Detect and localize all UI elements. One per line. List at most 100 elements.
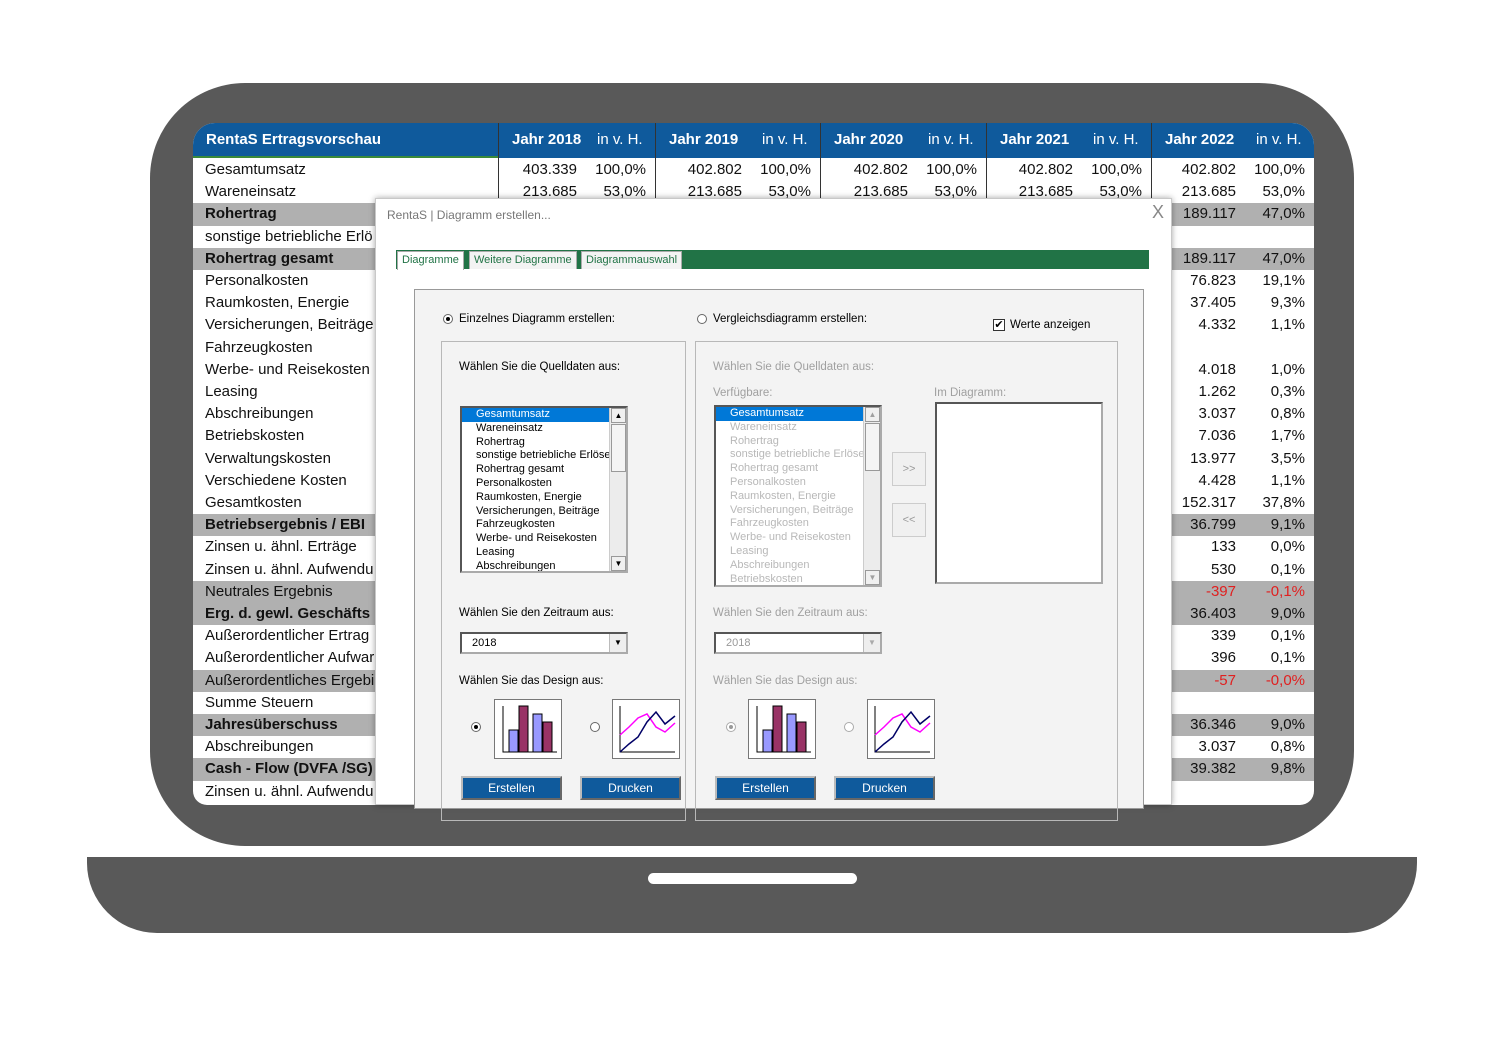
tab-weitere-diagramme[interactable]: Weitere Diagramme [469, 251, 577, 269]
list-item[interactable]: Versicherungen, Beiträge [716, 504, 880, 518]
list-item[interactable]: Personalkosten [716, 476, 880, 490]
tab-diagramme[interactable]: Diagramme [397, 251, 464, 270]
percent-cell: 0,8% [1270, 405, 1305, 423]
list-item[interactable]: Abschreibungen [716, 559, 880, 573]
in-chart-label: Im Diagramm: [934, 387, 1007, 399]
list-item[interactable]: Personalkosten [462, 477, 626, 491]
chevron-down-icon[interactable]: ▼ [863, 634, 880, 652]
column-divider [498, 123, 499, 199]
percent-header: in v. H. [762, 131, 808, 148]
list-item[interactable]: Fahrzeugkosten [462, 518, 626, 532]
percent-cell: 1,0% [1270, 360, 1305, 378]
percent-cell: 1,1% [1270, 316, 1305, 334]
diagramm-dialog: RentaS | Diagramm erstellen... X Diagram… [375, 198, 1172, 821]
line-chart-icon[interactable] [867, 699, 935, 759]
list-item[interactable]: Leasing [462, 546, 626, 560]
close-icon[interactable]: X [1152, 202, 1164, 223]
value-cell: 402.802 [687, 161, 742, 178]
source-listbox[interactable]: Gesamtumsatz Wareneinsatz Rohertrag sonstig… [460, 406, 628, 573]
column-divider [820, 123, 821, 199]
listbox-scrollbar[interactable]: ▲ ▼ [609, 408, 626, 571]
row-label: Gesamtumsatz [205, 161, 306, 178]
percent-cell: 0,1% [1270, 560, 1305, 578]
percent-cell: 0,8% [1270, 738, 1305, 756]
percent-cell: 19,1% [1262, 272, 1305, 289]
percent-cell: 9,1% [1270, 516, 1305, 534]
compare-line-design-radio[interactable] [844, 722, 854, 732]
period-select[interactable]: 2018 ▼ [460, 632, 628, 654]
single-chart-group: Wählen Sie die Quelldaten aus: Gesamtums… [441, 341, 686, 821]
percent-header: in v. H. [928, 131, 974, 148]
single-chart-radio[interactable] [443, 314, 453, 324]
list-item[interactable]: Werbe- und Reisekosten [462, 532, 626, 546]
list-item[interactable]: Raumkosten, Energie [462, 491, 626, 505]
period-value: 2018 [472, 637, 497, 649]
available-label: Verfügbare: [713, 387, 773, 399]
list-item[interactable]: Wareneinsatz [716, 421, 880, 435]
diagramme-panel: Einzelnes Diagramm erstellen: Vergleichs… [414, 289, 1144, 821]
percent-cell: 47,0% [1262, 249, 1305, 267]
print-button[interactable]: Drucken [580, 776, 681, 800]
show-values-label: Werte anzeigen [1010, 319, 1091, 331]
list-item[interactable]: sonstige betriebliche Erlöse [716, 448, 880, 462]
list-item[interactable]: Rohertrag [462, 436, 626, 450]
laptop-base [87, 857, 1417, 933]
line-chart-icon[interactable] [612, 699, 680, 759]
list-item[interactable]: sonstige betriebliche Erlöse [462, 449, 626, 463]
percent-cell: 100,0% [760, 161, 811, 178]
remove-series-button[interactable]: << [892, 503, 926, 537]
list-item[interactable]: Betriebskosten [716, 573, 880, 585]
value-cell: 402.802 [1181, 161, 1236, 178]
listbox-scrollbar[interactable]: ▲ ▼ [863, 407, 880, 585]
list-item[interactable]: Werbe- und Reisekosten [716, 531, 880, 545]
in-chart-listbox[interactable] [935, 402, 1103, 584]
laptop-trackpad-slot [648, 873, 857, 884]
percent-cell: 1,1% [1270, 471, 1305, 489]
create-button[interactable]: Erstellen [461, 776, 562, 800]
compare-create-button[interactable]: Erstellen [715, 776, 816, 800]
line-design-radio[interactable] [590, 722, 600, 732]
compare-period-value: 2018 [726, 637, 751, 649]
percent-cell: 9,0% [1270, 716, 1305, 733]
list-item[interactable]: Abschreibungen [462, 560, 626, 571]
percent-cell: 100,0% [926, 161, 977, 178]
list-item[interactable]: Rohertrag gesamt [716, 462, 880, 476]
dialog-title: RentaS | Diagramm erstellen... [387, 208, 551, 222]
value-cell: 402.802 [853, 161, 908, 178]
show-values-checkbox[interactable]: ✔ [993, 319, 1005, 331]
compare-bar-design-radio[interactable] [726, 722, 736, 732]
available-listbox[interactable]: Gesamtumsatz Wareneinsatz Rohertrag sonstig… [714, 405, 882, 587]
tab-bar: Diagramme Weitere Diagramme Diagrammausw… [396, 250, 1149, 270]
compare-period-select[interactable]: 2018 ▼ [714, 632, 882, 654]
percent-cell: 100,0% [595, 161, 646, 178]
compare-chart-label: Vergleichsdiagramm erstellen: [713, 313, 868, 325]
percent-header: in v. H. [1093, 131, 1139, 148]
percent-cell: 9,0% [1270, 605, 1305, 622]
list-item[interactable]: Leasing [716, 545, 880, 559]
list-item[interactable]: Versicherungen, Beiträge [462, 505, 626, 519]
chevron-down-icon[interactable]: ▼ [609, 634, 626, 652]
percent-cell: 47,0% [1262, 205, 1305, 223]
list-item[interactable]: Gesamtumsatz [462, 408, 626, 422]
list-item[interactable]: Wareneinsatz [462, 422, 626, 436]
compare-source-label: Wählen Sie die Quelldaten aus: [713, 361, 875, 373]
tab-diagrammauswahl[interactable]: Diagrammauswahl [581, 251, 683, 269]
bar-design-radio[interactable] [471, 722, 481, 732]
add-series-button[interactable]: >> [892, 452, 926, 486]
percent-cell: 53,0% [1262, 183, 1305, 201]
compare-print-button[interactable]: Drucken [834, 776, 935, 800]
percent-cell: 100,0% [1254, 161, 1305, 178]
list-item[interactable]: Rohertrag [716, 435, 880, 449]
column-divider [655, 123, 656, 199]
compare-chart-radio[interactable] [697, 314, 707, 324]
percent-cell: -0,1% [1265, 582, 1305, 600]
list-item[interactable]: Rohertrag gesamt [462, 463, 626, 477]
list-item[interactable]: Fahrzeugkosten [716, 517, 880, 531]
list-item[interactable]: Raumkosten, Energie [716, 490, 880, 504]
percent-cell: -0,0% [1265, 671, 1305, 689]
compare-chart-group: Wählen Sie die Quelldaten aus: Verfügbar… [695, 341, 1118, 821]
list-item[interactable]: Gesamtumsatz [716, 407, 880, 421]
bar-chart-icon[interactable] [494, 699, 562, 759]
bar-chart-icon[interactable] [748, 699, 816, 759]
percent-header: in v. H. [597, 131, 643, 148]
